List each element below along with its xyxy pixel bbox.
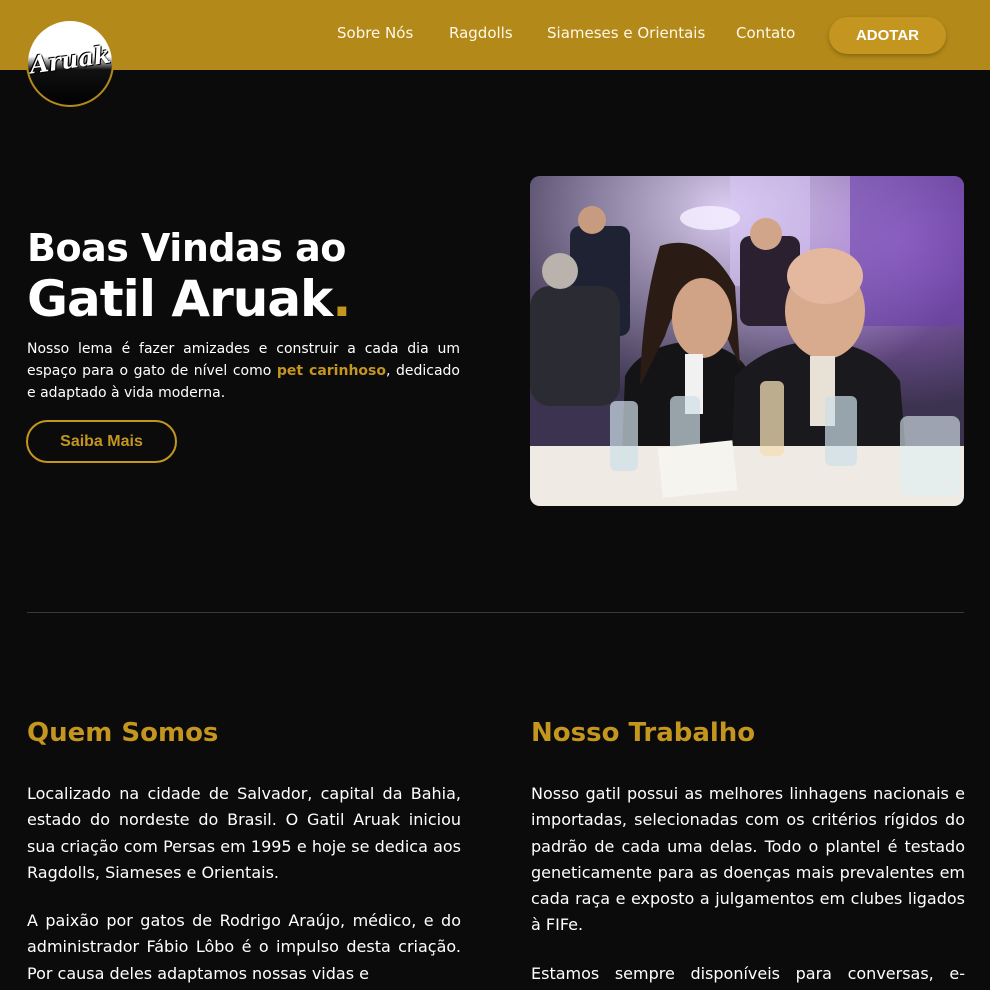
nav-link-contato[interactable]: Contato <box>736 24 795 42</box>
hero-description: Nosso lema é fazer amizades e construir … <box>27 338 460 404</box>
adopt-button[interactable]: ADOTAR <box>829 17 946 54</box>
about-title: Quem Somos <box>27 718 219 748</box>
saiba-mais-button[interactable]: Saiba Mais <box>26 420 177 463</box>
work-paragraph-1: Nosso gatil possui as melhores linhagens… <box>531 784 965 935</box>
nav-link-sobre-nos[interactable]: Sobre Nós <box>337 24 413 42</box>
hero-title-line1: Boas Vindas ao <box>27 226 346 270</box>
hero-title-dot: . <box>332 270 351 328</box>
hero-photo <box>530 176 964 506</box>
nav-link-siameses-orientais[interactable]: Siameses e Orientais <box>547 24 705 42</box>
about-paragraph-2: A paixão por gatos de Rodrigo Araújo, mé… <box>27 911 461 983</box>
about-paragraph-1: Localizado na cidade de Salvador, capita… <box>27 784 461 882</box>
hero-text-highlight: pet carinhoso <box>276 363 386 379</box>
top-navigation-bar: Sobre Nós Ragdolls Siameses e Orientais … <box>0 0 990 70</box>
logo-text: Aruak <box>27 39 113 80</box>
hero-title-main: Gatil Aruak <box>27 270 333 328</box>
hero-title-line2: Gatil Aruak. <box>27 270 351 328</box>
section-divider <box>27 612 964 613</box>
logo[interactable]: Aruak <box>26 19 114 107</box>
nav-link-ragdolls[interactable]: Ragdolls <box>449 24 513 42</box>
hero-photo-illustration <box>530 176 964 506</box>
work-paragraph-2: Estamos sempre disponíveis para conversa… <box>531 964 965 983</box>
work-title: Nosso Trabalho <box>531 718 756 748</box>
